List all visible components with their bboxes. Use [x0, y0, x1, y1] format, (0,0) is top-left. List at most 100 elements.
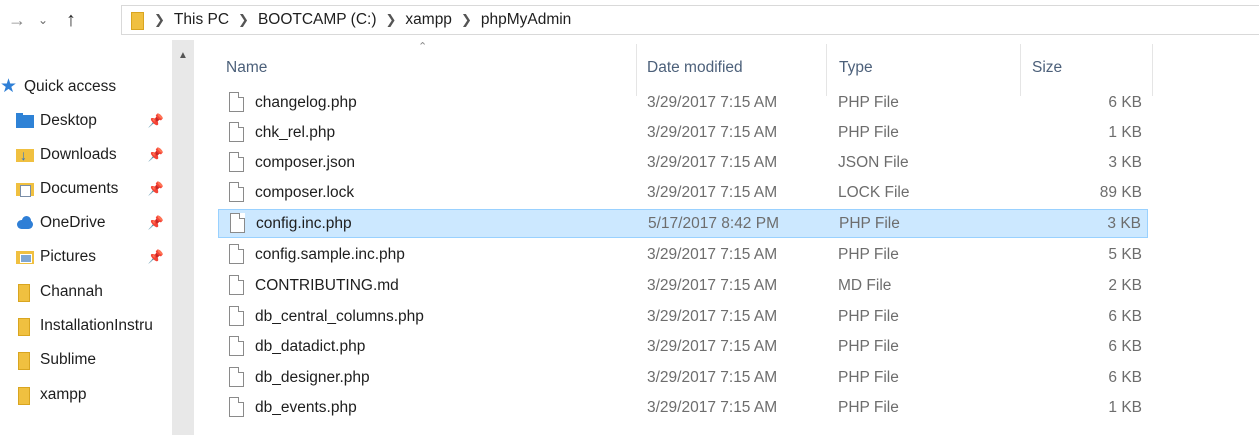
file-row[interactable]: CONTRIBUTING.md 3/29/2017 7:15 AM MD Fil… [218, 272, 1148, 301]
breadcrumb-item[interactable]: ❯ This PC [154, 11, 238, 29]
desktop-folder-icon [16, 112, 34, 130]
nav-item-xampp[interactable]: xampp [0, 380, 172, 410]
file-type: PHP File [839, 215, 900, 232]
file-date: 3/29/2017 7:15 AM [647, 246, 778, 263]
star-icon: ★ [0, 76, 18, 97]
folder-icon [130, 11, 144, 30]
nav-scrollbar[interactable]: ▲ [172, 40, 194, 435]
file-date: 3/29/2017 7:15 AM [647, 369, 778, 386]
nav-label: Pictures [40, 248, 96, 265]
chevron-down-icon[interactable]: ⌄ [34, 8, 52, 32]
file-date: 3/29/2017 7:15 AM [647, 308, 778, 325]
pin-icon[interactable]: 📌 [148, 181, 164, 197]
chevron-right-icon[interactable]: ❯ [386, 12, 397, 28]
nav-label: Documents [40, 180, 119, 197]
onedrive-cloud-icon [16, 214, 34, 232]
nav-item-channah[interactable]: Channah [0, 277, 172, 307]
file-date: 3/29/2017 7:15 AM [647, 277, 778, 294]
file-row[interactable]: chk_rel.php 3/29/2017 7:15 AM PHP File 1… [218, 119, 1148, 148]
chevron-right-icon[interactable]: ❯ [154, 12, 165, 28]
folder-icon [16, 351, 34, 370]
breadcrumb-item[interactable]: ❯ phpMyAdmin [461, 11, 580, 29]
file-type: PHP File [838, 94, 899, 111]
chevron-right-icon[interactable]: ❯ [461, 12, 472, 28]
chevron-right-icon[interactable]: ❯ [238, 12, 249, 28]
nav-label: Quick access [24, 78, 117, 95]
pin-icon[interactable]: 📌 [148, 215, 164, 231]
file-row-selected[interactable]: config.inc.php 5/17/2017 8:42 PM PHP Fil… [218, 209, 1148, 238]
file-type: PHP File [838, 246, 899, 263]
nav-item-downloads[interactable]: Downloads 📌 [0, 140, 172, 170]
file-name: changelog.php [255, 94, 357, 111]
column-header-name[interactable]: Name [226, 59, 267, 77]
file-row[interactable]: db_central_columns.php 3/29/2017 7:15 AM… [218, 303, 1148, 332]
pin-icon[interactable]: 📌 [148, 249, 164, 265]
nav-item-installationinstru[interactable]: InstallationInstru [0, 311, 172, 341]
file-type: PHP File [838, 338, 899, 355]
file-size: 5 KB [1108, 246, 1142, 263]
file-date: 3/29/2017 7:15 AM [647, 399, 778, 416]
file-name: db_datadict.php [255, 338, 366, 355]
file-size: 6 KB [1108, 308, 1142, 325]
back-arrow-icon[interactable]: → [4, 8, 30, 32]
file-icon [229, 122, 244, 142]
file-row[interactable]: config.sample.inc.php 3/29/2017 7:15 AM … [218, 241, 1148, 270]
pin-icon[interactable]: 📌 [148, 113, 164, 129]
file-icon [229, 275, 244, 295]
file-icon [229, 92, 244, 112]
address-row: → ⌄ ↑ ❯ This PC ❯ BOOTCAMP (C:) ❯ xampp … [0, 0, 1259, 40]
breadcrumb-item[interactable]: ❯ xampp [386, 11, 461, 29]
folder-icon [16, 386, 34, 405]
file-icon [229, 152, 244, 172]
file-name: config.inc.php [256, 215, 352, 232]
column-header-size[interactable]: Size [1032, 59, 1062, 77]
nav-item-sublime[interactable]: Sublime [0, 345, 172, 375]
file-row[interactable]: composer.json 3/29/2017 7:15 AM JSON Fil… [218, 149, 1148, 178]
file-size: 3 KB [1108, 154, 1142, 171]
nav-item-onedrive[interactable]: OneDrive 📌 [0, 208, 172, 238]
file-icon [229, 182, 244, 202]
file-date: 3/29/2017 7:15 AM [647, 124, 778, 141]
folder-icon [16, 283, 34, 302]
nav-label: Desktop [40, 112, 97, 129]
file-row[interactable]: db_events.php 3/29/2017 7:15 AM PHP File… [218, 394, 1148, 423]
pin-icon[interactable]: 📌 [148, 147, 164, 163]
nav-label: xampp [40, 386, 87, 403]
file-size: 89 KB [1099, 184, 1142, 201]
file-size: 1 KB [1108, 124, 1142, 141]
file-row[interactable]: db_designer.php 3/29/2017 7:15 AM PHP Fi… [218, 364, 1148, 393]
nav-label: Sublime [40, 351, 96, 368]
file-date: 3/29/2017 7:15 AM [647, 154, 778, 171]
file-row[interactable]: db_datadict.php 3/29/2017 7:15 AM PHP Fi… [218, 333, 1148, 362]
nav-quick-access[interactable]: ★ Quick access [0, 72, 172, 102]
nav-item-pictures[interactable]: Pictures 📌 [0, 242, 172, 272]
file-name: db_designer.php [255, 369, 370, 386]
column-divider[interactable] [1152, 44, 1153, 96]
downloads-folder-icon [16, 146, 34, 164]
address-bar[interactable]: ❯ This PC ❯ BOOTCAMP (C:) ❯ xampp ❯ phpM… [121, 5, 1259, 35]
column-header-type[interactable]: Type [839, 59, 873, 77]
file-size: 1 KB [1108, 399, 1142, 416]
file-icon [229, 306, 244, 326]
file-name: db_events.php [255, 399, 357, 416]
nav-label: Downloads [40, 146, 117, 163]
file-size: 6 KB [1108, 338, 1142, 355]
file-date: 3/29/2017 7:15 AM [647, 94, 778, 111]
up-arrow-icon[interactable]: ↑ [60, 8, 82, 32]
file-name: CONTRIBUTING.md [255, 277, 399, 294]
documents-folder-icon [16, 180, 34, 198]
nav-item-desktop[interactable]: Desktop 📌 [0, 106, 172, 136]
file-type: PHP File [838, 399, 899, 416]
file-icon [229, 367, 244, 387]
file-icon [230, 213, 245, 233]
breadcrumb-item[interactable]: ❯ BOOTCAMP (C:) [238, 11, 385, 29]
file-row[interactable]: changelog.php 3/29/2017 7:15 AM PHP File… [218, 89, 1148, 118]
scroll-up-arrow-icon[interactable]: ▲ [172, 50, 194, 64]
file-type: PHP File [838, 308, 899, 325]
file-row[interactable]: composer.lock 3/29/2017 7:15 AM LOCK Fil… [218, 179, 1148, 208]
file-icon [229, 244, 244, 264]
file-name: chk_rel.php [255, 124, 336, 141]
nav-item-documents[interactable]: Documents 📌 [0, 174, 172, 204]
file-type: PHP File [838, 369, 899, 386]
column-header-date-modified[interactable]: Date modified [647, 59, 743, 77]
